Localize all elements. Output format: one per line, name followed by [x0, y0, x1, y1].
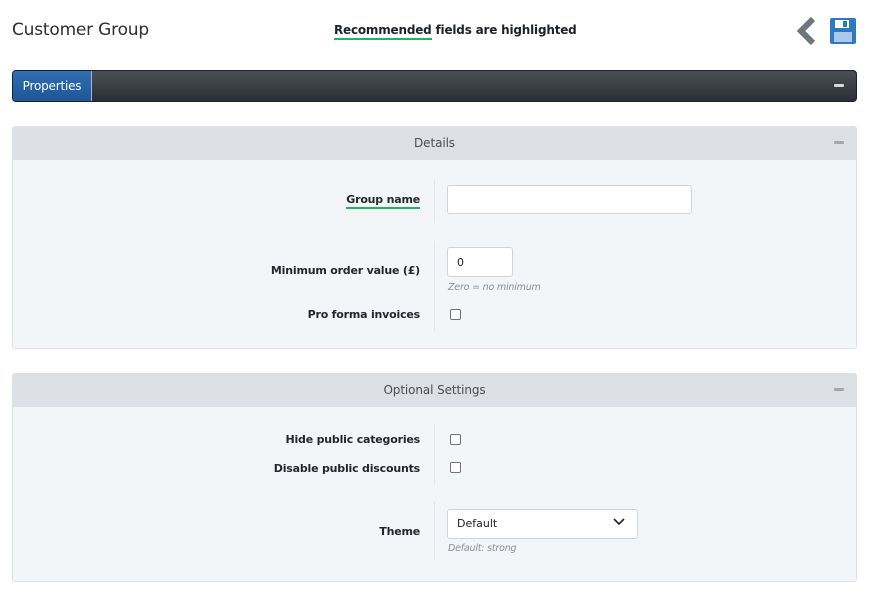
save-button[interactable] [829, 17, 857, 45]
theme-hint: Default: strong [448, 543, 517, 554]
theme-label: Theme [379, 525, 420, 538]
min-order-input[interactable] [447, 247, 513, 277]
optional-settings-header[interactable]: Optional Settings [13, 374, 856, 407]
group-name-label: Group name [346, 193, 420, 209]
chevron-left-icon [796, 16, 816, 46]
tab-properties[interactable]: Properties [13, 71, 92, 101]
recommended-note: Recommended fields are highlighted [334, 23, 577, 40]
divider [434, 241, 435, 331]
divider [434, 179, 435, 223]
group-name-label-text: Group name [346, 193, 420, 209]
recommended-note-text: fields are highlighted [431, 23, 577, 37]
tab-bar: Properties [12, 70, 857, 102]
optional-settings-panel: Optional Settings Hide public categories… [12, 373, 857, 582]
hide-categories-checkbox[interactable] [450, 434, 461, 445]
disable-discounts-label: Disable public discounts [273, 462, 420, 475]
hide-categories-label: Hide public categories [285, 433, 420, 446]
back-button[interactable] [796, 16, 818, 46]
recommended-highlight: Recommended [334, 23, 432, 40]
details-panel: Details Group name Minimum order value (… [12, 126, 857, 349]
collapse-icon[interactable] [834, 84, 844, 87]
theme-select-value: Default [457, 517, 498, 530]
divider [434, 502, 435, 560]
chevron-down-icon [613, 518, 625, 526]
page-title: Customer Group [12, 20, 149, 40]
optional-settings-title: Optional Settings [383, 383, 486, 397]
collapse-icon[interactable] [834, 388, 844, 391]
collapse-icon[interactable] [834, 141, 844, 144]
details-title: Details [414, 136, 455, 150]
floppy-disk-icon [830, 18, 856, 44]
group-name-input[interactable] [447, 185, 692, 214]
pro-forma-label: Pro forma invoices [307, 308, 421, 321]
min-order-label: Minimum order value (£) [270, 264, 420, 277]
pro-forma-checkbox[interactable] [450, 309, 461, 320]
details-header[interactable]: Details [13, 127, 856, 160]
disable-discounts-checkbox[interactable] [450, 462, 461, 473]
theme-select[interactable]: Default [447, 509, 638, 539]
divider [434, 424, 435, 484]
min-order-hint: Zero = no minimum [448, 282, 541, 293]
